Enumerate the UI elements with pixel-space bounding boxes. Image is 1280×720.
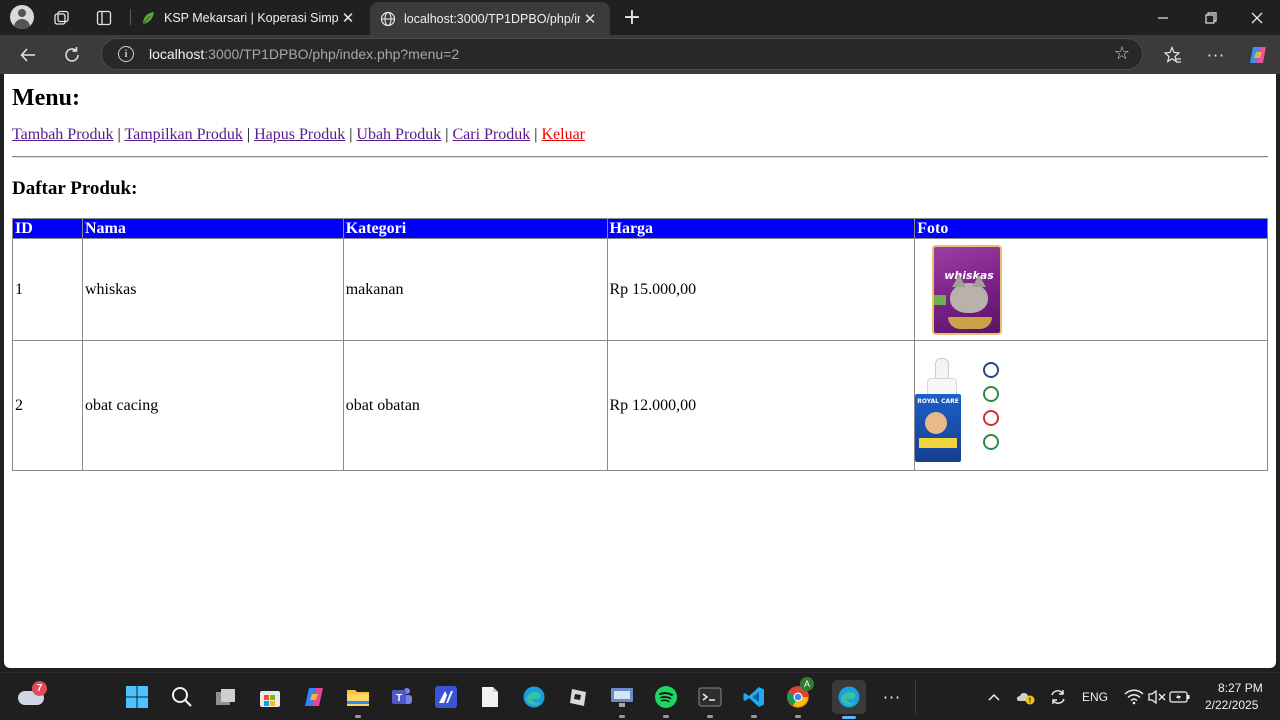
sync-icon[interactable]: [1044, 683, 1072, 711]
tab-ksp-mekarsari[interactable]: KSP Mekarsari | Koperasi Simpan P ✕: [130, 2, 368, 33]
chrome-profile-badge: A: [800, 677, 814, 691]
tab-actions-icon[interactable]: [84, 0, 124, 35]
favorites-icon[interactable]: [1157, 39, 1189, 71]
browser-title-bar: KSP Mekarsari | Koperasi Simpan P ✕ loca…: [0, 0, 1280, 35]
cell-harga: Rp 15.000,00: [606, 238, 916, 341]
back-arrow-icon[interactable]: [12, 39, 44, 71]
globe-icon: [380, 11, 396, 27]
link-ubah-produk[interactable]: Ubah Produk: [356, 126, 441, 143]
table-header-row: ID Nama Kategori Harga Foto: [12, 218, 1268, 239]
link-keluar[interactable]: Keluar: [541, 126, 585, 143]
weather-widget-icon[interactable]: 7: [18, 681, 47, 707]
link-tampilkan-produk[interactable]: Tampilkan Produk: [124, 126, 242, 143]
cell-harga: Rp 12.000,00: [606, 340, 916, 471]
close-tab-icon[interactable]: ✕: [580, 10, 600, 28]
onedrive-warning-icon[interactable]: [1012, 683, 1040, 711]
restore-icon[interactable]: [1188, 0, 1234, 35]
whiskas-product-image: whiskas: [932, 244, 1003, 335]
menu-heading: Menu:: [12, 85, 80, 111]
leaf-favicon-icon: [140, 10, 156, 26]
column-header-nama: Nama: [81, 218, 344, 239]
cell-nama: whiskas: [81, 238, 344, 341]
remote-desktop-icon[interactable]: [608, 683, 636, 718]
tab-divider: [130, 9, 131, 25]
more-menu-icon[interactable]: ···: [1200, 39, 1232, 71]
menu-nav: Tambah Produk | Tampilkan Produk | Hapus…: [12, 124, 1268, 156]
tab-title: localhost:3000/TP1DPBO/php/ind: [404, 11, 580, 26]
edge-browser-icon[interactable]: [520, 683, 548, 711]
address-bar[interactable]: i localhost:3000/TP1DPBO/php/index.php?m…: [101, 38, 1143, 70]
file-explorer-icon[interactable]: [344, 683, 372, 718]
table-row: 2 obat cacing obat obatan Rp 12.000,00 R…: [12, 340, 1268, 471]
link-hapus-produk[interactable]: Hapus Produk: [254, 126, 345, 143]
refresh-icon[interactable]: [56, 39, 88, 71]
more-apps-icon[interactable]: ···: [878, 683, 906, 711]
chrome-icon[interactable]: A: [784, 677, 814, 718]
search-icon[interactable]: [168, 683, 196, 711]
column-header-harga: Harga: [606, 218, 916, 239]
spotify-icon[interactable]: [652, 683, 680, 718]
browser-toolbar: i localhost:3000/TP1DPBO/php/index.php?m…: [0, 35, 1280, 74]
terminal-icon[interactable]: [696, 683, 724, 718]
workspaces-icon[interactable]: [42, 0, 82, 35]
cell-id: 1: [12, 238, 83, 341]
show-hidden-icons-chevron-icon[interactable]: [980, 683, 1008, 711]
language-indicator[interactable]: ENG: [1082, 690, 1108, 704]
site-info-icon[interactable]: i: [118, 46, 134, 62]
battery-charging-icon[interactable]: [1166, 683, 1194, 711]
clock-time[interactable]: 8:27 PM: [1218, 681, 1263, 695]
copilot-icon[interactable]: [1242, 39, 1274, 71]
svg-text:T: T: [396, 693, 402, 704]
microsoft-store-icon[interactable]: [256, 683, 284, 711]
table-row: 1 whiskas makanan Rp 15.000,00 whiskas: [12, 238, 1268, 341]
page-viewport: Menu: Tambah Produk | Tampilkan Produk |…: [4, 74, 1276, 668]
task-view-icon[interactable]: [212, 683, 240, 711]
product-list-heading: Daftar Produk:: [12, 178, 138, 199]
tab-localhost[interactable]: localhost:3000/TP1DPBO/php/ind ✕: [370, 2, 610, 35]
vscode-icon[interactable]: [740, 683, 768, 718]
link-cari-produk[interactable]: Cari Produk: [452, 126, 530, 143]
column-header-id: ID: [12, 218, 83, 239]
windows-taskbar: 7 T A ··· ENG 8:27 PM 2/22/2025: [0, 672, 1280, 720]
start-windows-icon[interactable]: [123, 683, 151, 711]
column-header-foto: Foto: [914, 218, 1268, 239]
product-table: ID Nama Kategori Harga Foto 1 whiskas ma…: [12, 218, 1268, 471]
minimize-icon[interactable]: [1140, 0, 1186, 35]
favorite-star-icon[interactable]: ☆: [1114, 43, 1130, 64]
file-icon[interactable]: [476, 683, 504, 711]
visual-studio-app-icon[interactable]: [432, 683, 460, 711]
horizontal-divider: [12, 156, 1268, 158]
profile-avatar-icon[interactable]: [10, 5, 34, 29]
app-cube-icon[interactable]: [564, 683, 592, 711]
column-header-kategori: Kategori: [342, 218, 608, 239]
obat-cacing-product-image: ROYAL CARE: [915, 345, 1016, 466]
cell-foto: ROYAL CARE: [914, 340, 1268, 471]
cell-nama: obat cacing: [81, 340, 344, 471]
menu-separator: |: [534, 126, 538, 143]
cell-id: 2: [12, 340, 83, 471]
menu-separator: |: [117, 126, 121, 143]
cell-kategori: makanan: [342, 238, 608, 341]
cell-kategori: obat obatan: [342, 340, 608, 471]
menu-separator: |: [349, 126, 353, 143]
link-tambah-produk[interactable]: Tambah Produk: [12, 126, 114, 143]
edge-active-icon[interactable]: [832, 680, 866, 719]
copilot-app-icon[interactable]: [300, 683, 328, 711]
teams-icon[interactable]: T: [388, 683, 416, 711]
tab-title: KSP Mekarsari | Koperasi Simpan P: [164, 10, 338, 25]
cell-foto: whiskas: [914, 238, 1268, 341]
taskbar-divider: [915, 679, 916, 715]
close-window-icon[interactable]: [1234, 0, 1280, 35]
menu-separator: |: [445, 126, 449, 143]
weather-badge: 7: [32, 681, 47, 696]
close-tab-icon[interactable]: ✕: [338, 9, 358, 27]
url-text[interactable]: localhost:3000/TP1DPBO/php/index.php?men…: [149, 46, 459, 62]
new-tab-icon[interactable]: +: [618, 2, 646, 32]
menu-separator: |: [246, 126, 251, 143]
clock-date[interactable]: 2/22/2025: [1205, 698, 1258, 712]
